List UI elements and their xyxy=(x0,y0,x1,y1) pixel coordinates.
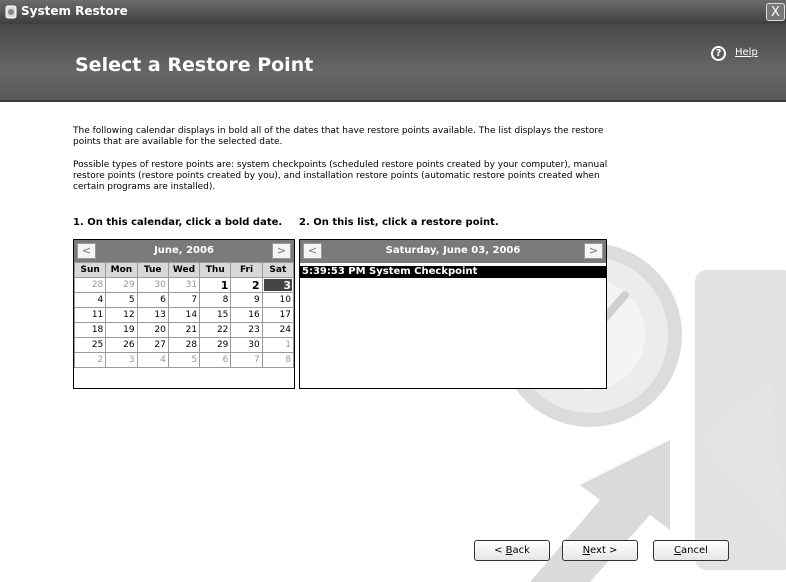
help-icon[interactable]: ? xyxy=(711,46,726,61)
weekday-fri: Fri xyxy=(230,262,263,278)
calendar-day[interactable]: 9 xyxy=(230,292,263,308)
list-instruction: 2. On this list, click a restore point. xyxy=(299,217,499,228)
calendar-day[interactable]: 2 xyxy=(73,352,107,368)
calendar-day[interactable]: 26 xyxy=(105,337,138,353)
system-restore-app-icon xyxy=(5,5,17,19)
calendar-day[interactable]: 5 xyxy=(167,352,201,368)
restore-calendar: < June, 2006 > Sun Mon Tue Wed Thu Fri S… xyxy=(73,239,295,389)
weekday-thu: Thu xyxy=(199,262,232,278)
calendar-day[interactable]: 19 xyxy=(105,322,138,338)
calendar-day[interactable]: 7 xyxy=(230,352,263,368)
calendar-week: 4 5 6 7 8 9 10 xyxy=(73,292,295,308)
intro-paragraph-1: The following calendar displays in bold … xyxy=(73,126,604,147)
list-date-label: Saturday, June 03, 2006 xyxy=(385,245,521,256)
page-title: Select a Restore Point xyxy=(75,54,314,76)
back-rest: ack xyxy=(512,545,530,556)
calendar-day[interactable]: 22 xyxy=(199,322,232,338)
cancel-accel: C xyxy=(674,545,682,556)
calendar-day[interactable]: 4 xyxy=(73,292,107,308)
calendar-day[interactable]: 29 xyxy=(199,337,232,353)
help-link[interactable]: Help xyxy=(735,47,758,58)
window-title: System Restore xyxy=(21,4,128,18)
title-bar: System Restore X xyxy=(0,0,786,24)
calendar-day[interactable]: 23 xyxy=(230,322,263,338)
calendar-day[interactable]: 1 xyxy=(261,337,295,353)
calendar-header: < June, 2006 > xyxy=(74,240,294,262)
calendar-day[interactable]: 31 xyxy=(167,277,201,293)
calendar-day-bold[interactable]: 1 xyxy=(199,277,232,293)
calendar-day[interactable]: 8 xyxy=(199,292,232,308)
weekday-tue: Tue xyxy=(136,262,169,278)
calendar-day[interactable]: 30 xyxy=(136,277,169,293)
calendar-day[interactable]: 11 xyxy=(73,307,107,323)
calendar-day[interactable]: 12 xyxy=(105,307,138,323)
weekday-mon: Mon xyxy=(105,262,138,278)
calendar-month-label: June, 2006 xyxy=(154,245,214,256)
intro-paragraph-2: Possible types of restore points are: sy… xyxy=(73,160,608,192)
calendar-day-bold[interactable]: 2 xyxy=(230,277,263,293)
cancel-button[interactable]: Cancel xyxy=(653,540,729,561)
calendar-day[interactable]: 20 xyxy=(136,322,169,338)
cancel-rest: ancel xyxy=(681,545,708,556)
prev-month-button[interactable]: < xyxy=(77,243,96,259)
calendar-day[interactable]: 6 xyxy=(136,292,169,308)
list-header: < Saturday, June 03, 2006 > xyxy=(300,240,606,263)
restore-point-item[interactable]: 5:39:53 PM System Checkpoint xyxy=(300,266,606,278)
calendar-day[interactable]: 27 xyxy=(136,337,169,353)
header-banner: Select a Restore Point ? Help xyxy=(0,24,786,102)
calendar-day[interactable]: 16 xyxy=(230,307,263,323)
calendar-day[interactable]: 18 xyxy=(73,322,107,338)
back-accel: B xyxy=(505,545,513,556)
calendar-week: 28 29 30 31 1 2 3 xyxy=(73,277,295,293)
calendar-day[interactable]: 15 xyxy=(199,307,232,323)
weekday-sat: Sat xyxy=(261,262,295,278)
weekday-sun: Sun xyxy=(73,262,107,278)
next-date-button[interactable]: > xyxy=(584,243,603,259)
calendar-day[interactable]: 29 xyxy=(105,277,138,293)
calendar-week: 11 12 13 14 15 16 17 xyxy=(73,307,295,323)
calendar-grid: Sun Mon Tue Wed Thu Fri Sat 28 29 30 31 … xyxy=(73,262,295,368)
calendar-day[interactable]: 3 xyxy=(105,352,138,368)
calendar-day[interactable]: 28 xyxy=(73,277,107,293)
restore-point-time: 5:39:53 PM xyxy=(302,266,366,277)
calendar-day[interactable]: 28 xyxy=(167,337,201,353)
next-accel: N xyxy=(582,545,591,556)
calendar-day[interactable]: 6 xyxy=(199,352,232,368)
calendar-day[interactable]: 10 xyxy=(261,292,295,308)
next-month-button[interactable]: > xyxy=(272,243,291,259)
calendar-day[interactable]: 13 xyxy=(136,307,169,323)
prev-date-button[interactable]: < xyxy=(303,243,322,259)
calendar-week: 25 26 27 28 29 30 1 xyxy=(73,337,295,353)
calendar-day[interactable]: 30 xyxy=(230,337,263,353)
calendar-day[interactable]: 17 xyxy=(261,307,295,323)
calendar-day[interactable]: 4 xyxy=(136,352,169,368)
next-rest: ext > xyxy=(590,545,618,556)
calendar-day[interactable]: 24 xyxy=(261,322,295,338)
calendar-week: 18 19 20 21 22 23 24 xyxy=(73,322,295,338)
calendar-week: 2 3 4 5 6 7 8 xyxy=(73,352,295,368)
back-prefix: < xyxy=(494,545,506,556)
calendar-day[interactable]: 8 xyxy=(261,352,295,368)
restore-point-description: System Checkpoint xyxy=(369,266,478,277)
weekday-wed: Wed xyxy=(167,262,201,278)
calendar-day-selected[interactable]: 3 xyxy=(261,277,295,293)
calendar-day[interactable]: 7 xyxy=(167,292,201,308)
calendar-day[interactable]: 5 xyxy=(105,292,138,308)
calendar-day[interactable]: 25 xyxy=(73,337,107,353)
calendar-day[interactable]: 14 xyxy=(167,307,201,323)
back-button[interactable]: < Back xyxy=(474,540,550,561)
calendar-day[interactable]: 21 xyxy=(167,322,201,338)
close-button[interactable]: X xyxy=(766,3,785,21)
weekday-row: Sun Mon Tue Wed Thu Fri Sat xyxy=(73,262,295,278)
restore-point-list: < Saturday, June 03, 2006 > 5:39:53 PM S… xyxy=(299,239,607,389)
calendar-instruction: 1. On this calendar, click a bold date. xyxy=(73,217,283,228)
next-button[interactable]: Next > xyxy=(562,540,638,561)
